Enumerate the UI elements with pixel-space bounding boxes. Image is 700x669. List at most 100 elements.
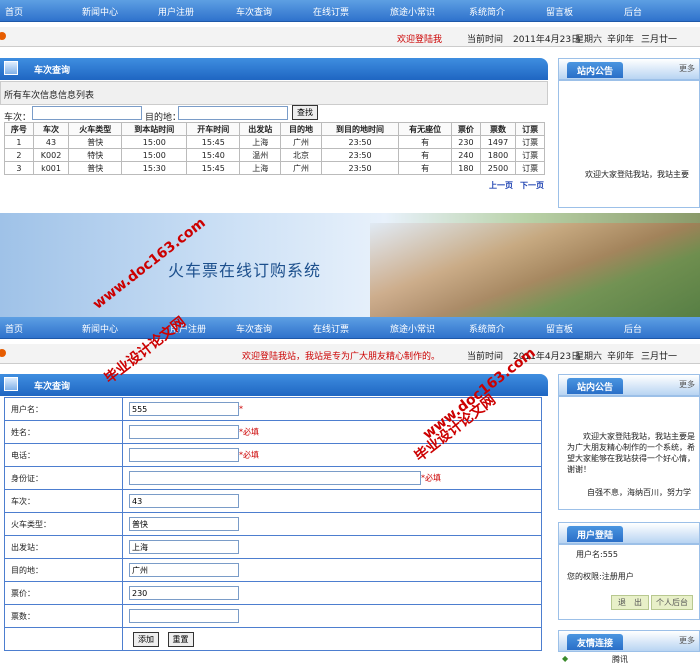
- nav-news[interactable]: 新闻中心: [82, 5, 118, 18]
- field-label: 电话：: [4, 443, 123, 467]
- table-row: 3 k001 普快 15:30 15:45 上海 广州 23:50 有 180 2500 订票: [4, 161, 545, 175]
- cell: 有: [398, 135, 453, 149]
- panel-title: 车次查询: [34, 382, 71, 392]
- top-nav: 首页 新闻中心 用户注册 车次查询 在线订票 旅途小常识 系统简介 留言板 后台: [0, 0, 700, 22]
- weekday-text: 星期六: [575, 35, 603, 45]
- username-line: 用户名:555: [576, 550, 618, 559]
- nav-admin[interactable]: 后台: [624, 322, 642, 335]
- nav-about[interactable]: 系统简介: [469, 322, 505, 335]
- more-link[interactable]: 更多: [679, 379, 695, 390]
- cell: 广州: [280, 161, 322, 175]
- login-box: 用户名:555 您的权限:注册用户 退 出 个人后台: [558, 544, 700, 620]
- nav-home[interactable]: 首页: [5, 5, 23, 18]
- train-type-field[interactable]: [129, 517, 239, 531]
- nav-guestbook[interactable]: 留言板: [546, 5, 573, 18]
- cell: 广州: [280, 135, 322, 149]
- col-seat: 有无座位: [398, 122, 453, 136]
- from-station-field[interactable]: [129, 540, 239, 554]
- field-label: 目的地：: [4, 558, 123, 582]
- field-label: 用户名：: [4, 397, 123, 421]
- nav-booking[interactable]: 在线订票: [313, 322, 349, 335]
- book-link[interactable]: 订票: [515, 148, 545, 162]
- current-time-label: 当前时间: [467, 35, 504, 45]
- links-title: 友情连接: [567, 634, 624, 650]
- bullet-icon: [0, 32, 6, 40]
- dest-input[interactable]: [178, 106, 288, 120]
- name-field[interactable]: [129, 425, 239, 439]
- logout-button[interactable]: 退 出: [611, 595, 649, 610]
- required-mark: *必填: [239, 450, 259, 460]
- nav-news[interactable]: 新闻中心: [82, 322, 118, 335]
- cell: 240: [451, 148, 481, 162]
- nav-train-search[interactable]: 车次查询: [236, 5, 272, 18]
- info-bar-2: 欢迎登陆我站，我站是专为广大朋友精心制作的。 当前时间 2011年4月23日 星…: [0, 344, 700, 364]
- list-caption: 所有车次信息信息列表: [4, 91, 95, 101]
- lunar-day-text: 三月廿一: [641, 35, 678, 45]
- lunar-day-text: 三月廿一: [641, 352, 678, 362]
- link-tencent[interactable]: 腾讯: [612, 654, 628, 665]
- train-no-field[interactable]: [129, 494, 239, 508]
- personal-admin-button[interactable]: 个人后台: [651, 595, 693, 610]
- notice-text: 欢迎大家登陆我站，我站主要是为广大朋友精心制作的一个系统，希望大家能够在我站获得…: [567, 432, 695, 474]
- login-title: 用户登陆: [567, 526, 624, 542]
- nav-admin[interactable]: 后台: [624, 5, 642, 18]
- cell: 230: [451, 135, 481, 149]
- col-price: 票价: [451, 122, 481, 136]
- form-row: 目的地：: [4, 558, 542, 582]
- col-depart: 开车时间: [186, 122, 241, 136]
- nav-register[interactable]: 用户注册: [170, 322, 206, 335]
- cell: 2: [4, 148, 34, 162]
- cell: 3: [4, 161, 34, 175]
- cell: 23:50: [320, 161, 400, 175]
- nav-about[interactable]: 系统简介: [469, 5, 505, 18]
- form-row: 车次：: [4, 489, 542, 513]
- lunar-year-text: 辛卯年: [607, 352, 635, 362]
- notice-text: 欢迎大家登陆我站，我站主要: [585, 170, 689, 179]
- required-mark: *必填: [421, 473, 441, 483]
- permission-line: 您的权限:注册用户: [567, 572, 634, 581]
- nav-tips[interactable]: 旅途小常识: [390, 5, 435, 18]
- cell: 特快: [68, 148, 123, 162]
- col-book: 订票: [515, 122, 545, 136]
- nav-register[interactable]: 用户注册: [158, 5, 194, 18]
- form-row: 用户名：*: [4, 397, 542, 421]
- destination-field[interactable]: [129, 563, 239, 577]
- nav-train-search[interactable]: 车次查询: [236, 322, 272, 335]
- train-input[interactable]: [32, 106, 142, 120]
- more-link[interactable]: 更多: [679, 63, 695, 74]
- cell: 43: [32, 135, 70, 149]
- field-label: 票数：: [4, 604, 123, 628]
- book-link[interactable]: 订票: [515, 161, 545, 175]
- welcome-text: 欢迎登陆我站，我站是专为广大朋友精心制作的。: [242, 352, 441, 362]
- cell: 1800: [479, 148, 517, 162]
- date-text: 2011年4月23日: [513, 352, 581, 362]
- phone-field[interactable]: [129, 448, 239, 462]
- cell: 15:45: [186, 161, 241, 175]
- nav-tips[interactable]: 旅途小常识: [390, 322, 435, 335]
- field-label: 车次：: [4, 489, 123, 513]
- cell: 15:40: [186, 148, 241, 162]
- reset-button[interactable]: 重置: [167, 631, 194, 647]
- book-link[interactable]: 订票: [515, 135, 545, 149]
- cell: 23:50: [320, 135, 400, 149]
- price-field[interactable]: [129, 586, 239, 600]
- prev-page-link[interactable]: 上一页: [489, 180, 513, 191]
- links-header: 友情连接 更多: [558, 630, 700, 652]
- next-page-link[interactable]: 下一页: [520, 180, 544, 191]
- id-card-field[interactable]: [129, 471, 421, 485]
- ticket-count-field[interactable]: [129, 609, 239, 623]
- username-field[interactable]: [129, 402, 239, 416]
- banner: 火车票在线订购系统: [0, 213, 700, 317]
- bullet-icon: [0, 349, 6, 357]
- form-row: 出发站：: [4, 535, 542, 559]
- nav-guestbook[interactable]: 留言板: [546, 322, 573, 335]
- cell: k001: [32, 161, 70, 175]
- form-row: 票数：: [4, 604, 542, 628]
- weekday-text: 星期六: [575, 352, 603, 362]
- more-link[interactable]: 更多: [679, 635, 695, 646]
- search-button[interactable]: 查找: [292, 105, 318, 120]
- cell: 15:00: [121, 148, 188, 162]
- add-button[interactable]: 添加: [133, 631, 159, 647]
- nav-booking[interactable]: 在线订票: [313, 5, 349, 18]
- nav-home[interactable]: 首页: [5, 322, 23, 335]
